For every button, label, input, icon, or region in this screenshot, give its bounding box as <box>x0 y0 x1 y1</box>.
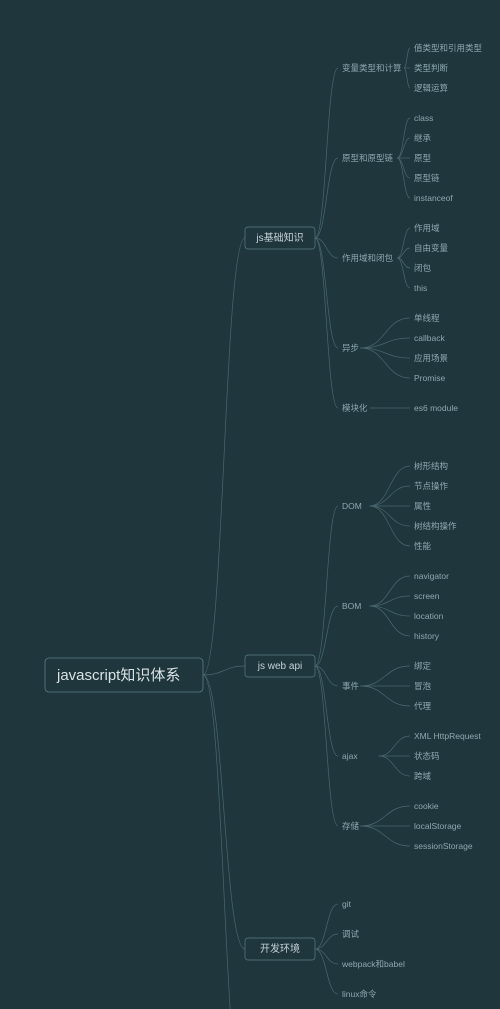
leaf-label: callback <box>414 333 445 343</box>
link-branch-sub <box>315 949 338 964</box>
link-sub-leaf <box>360 666 410 686</box>
link-sub-leaf <box>370 466 410 506</box>
link-branch-sub <box>315 606 338 666</box>
link-sub-leaf <box>370 576 410 606</box>
leaf-label: 节点操作 <box>414 481 449 491</box>
sub-label: 模块化 <box>342 403 368 413</box>
leaf-label: location <box>414 611 444 621</box>
leaf-label: screen <box>414 591 440 601</box>
leaf-label: 值类型和引用类型 <box>414 43 483 53</box>
leaf-label: 类型判断 <box>414 63 449 73</box>
sub-label: 调试 <box>342 929 360 939</box>
sub-label: DOM <box>342 501 362 511</box>
link-root-branch <box>203 675 245 949</box>
link-branch-sub <box>315 238 338 258</box>
leaf-label: Promise <box>414 373 445 383</box>
link-sub-leaf <box>397 118 410 158</box>
leaf-label: 跨域 <box>414 771 432 781</box>
leaf-label: 性能 <box>414 541 432 551</box>
leaf-label: history <box>414 631 440 641</box>
sub-label: 存储 <box>342 821 360 831</box>
link-sub-leaf <box>404 68 410 88</box>
branch-label: js基础知识 <box>255 231 303 244</box>
leaf-label: XML HttpRequest <box>414 731 481 741</box>
sub-label: webpack和babel <box>341 959 405 969</box>
leaf-label: 单线程 <box>414 313 440 323</box>
leaf-label: 闭包 <box>414 263 432 273</box>
leaf-label: 继承 <box>414 133 432 143</box>
link-sub-leaf <box>360 348 410 378</box>
link-sub-leaf <box>370 486 410 506</box>
link-sub-leaf <box>360 686 410 706</box>
leaf-label: this <box>414 283 427 293</box>
link-sub-leaf <box>370 606 410 636</box>
link-sub-leaf <box>379 736 410 756</box>
link-sub-leaf <box>397 158 410 178</box>
leaf-label: navigator <box>414 571 449 581</box>
leaf-label: 冒泡 <box>414 681 432 691</box>
link-root-branch <box>203 238 245 675</box>
link-root-branch <box>203 666 245 675</box>
leaf-label: 树结构操作 <box>414 521 457 531</box>
branch-label: 开发环境 <box>260 942 300 955</box>
link-branch-sub <box>315 506 338 666</box>
link-sub-leaf <box>370 506 410 526</box>
leaf-label: instanceof <box>414 193 453 203</box>
link-sub-leaf <box>404 48 410 68</box>
link-sub-leaf <box>360 826 410 846</box>
link-branch-sub <box>315 68 338 238</box>
link-sub-leaf <box>360 348 410 358</box>
leaf-label: 原型链 <box>414 173 440 183</box>
leaf-label: 原型 <box>414 153 432 163</box>
link-branch-sub <box>315 904 338 949</box>
leaf-label: 绑定 <box>414 661 432 671</box>
link-sub-leaf <box>360 318 410 348</box>
link-branch-sub <box>315 158 338 238</box>
leaf-label: 应用场景 <box>414 353 448 363</box>
link-sub-leaf <box>379 756 410 776</box>
link-sub-leaf <box>397 138 410 158</box>
link-branch-sub <box>315 238 338 408</box>
link-branch-sub <box>315 666 338 826</box>
sub-label: ajax <box>342 751 358 761</box>
link-branch-sub <box>315 238 338 348</box>
sub-label: linux命令 <box>342 989 377 999</box>
leaf-label: 属性 <box>414 501 432 511</box>
sub-label: 事件 <box>342 681 360 691</box>
link-sub-leaf <box>370 596 410 606</box>
leaf-label: cookie <box>414 801 439 811</box>
sub-label: 作用域和闭包 <box>342 253 394 263</box>
leaf-label: sessionStorage <box>414 841 473 851</box>
root-label: javascript知识体系 <box>56 667 180 684</box>
leaf-label: 树形结构 <box>414 461 448 471</box>
sub-label: 原型和原型链 <box>342 153 394 163</box>
branch-label: js web api <box>257 661 302 672</box>
link-branch-sub <box>315 949 338 994</box>
leaf-label: class <box>414 113 433 123</box>
sub-label: git <box>342 899 352 909</box>
link-root-branch <box>203 675 245 1009</box>
leaf-label: 逻辑运算 <box>414 83 449 93</box>
leaf-label: 状态码 <box>414 751 440 761</box>
link-sub-leaf <box>360 338 410 348</box>
leaf-label: localStorage <box>414 821 462 831</box>
sub-label: BOM <box>342 601 361 611</box>
link-branch-sub <box>315 934 338 949</box>
leaf-label: 代理 <box>414 701 432 711</box>
link-sub-leaf <box>370 606 410 616</box>
sub-label: 变量类型和计算 <box>342 63 402 73</box>
leaf-label: 作用域 <box>414 223 440 233</box>
sub-label: 异步 <box>342 343 359 353</box>
link-sub-leaf <box>397 158 410 198</box>
link-sub-leaf <box>370 506 410 546</box>
link-sub-leaf <box>360 806 410 826</box>
leaf-label: 自由变量 <box>414 243 449 253</box>
leaf-label: es6 module <box>414 403 458 413</box>
